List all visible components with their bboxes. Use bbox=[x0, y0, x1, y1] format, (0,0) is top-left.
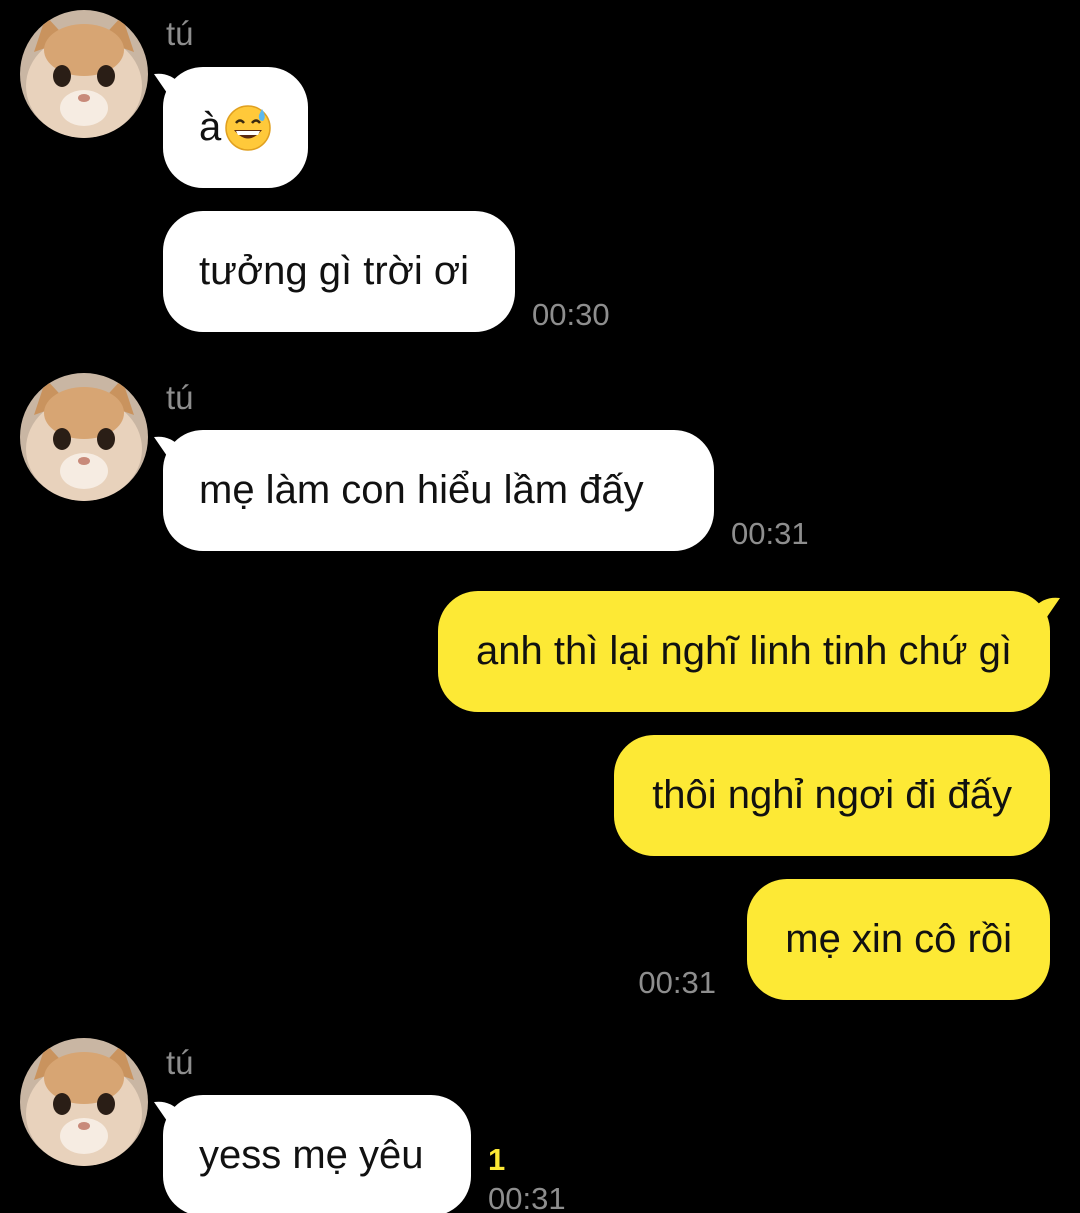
message-text: anh thì lại nghĩ linh tinh chứ gì bbox=[475, 629, 1012, 673]
unread-count: 1 bbox=[488, 1142, 506, 1177]
message-text: à bbox=[199, 105, 222, 149]
message-text: thôi nghỉ ngơi đi đấy bbox=[652, 773, 1012, 817]
message-text: mẹ xin cô rồi bbox=[785, 917, 1012, 961]
sender-name: tú bbox=[166, 15, 194, 52]
message-bubble-outgoing[interactable]: mẹ xin cô rồi bbox=[747, 879, 1050, 1000]
message-text: tưởng gì trời ơi bbox=[199, 249, 469, 293]
message-bubble-outgoing[interactable]: thôi nghỉ ngơi đi đấy bbox=[614, 735, 1050, 856]
cat-avatar-image bbox=[20, 10, 148, 138]
sender-name: tú bbox=[166, 1044, 194, 1081]
avatar-tu[interactable] bbox=[20, 1038, 148, 1166]
message-timestamp: 00:31 bbox=[488, 1181, 566, 1213]
sender-name: tú bbox=[166, 379, 194, 416]
message-bubble-incoming[interactable]: yess mẹ yêu bbox=[163, 1095, 471, 1213]
avatar-tu[interactable] bbox=[20, 373, 148, 501]
message-text: mẹ làm con hiểu lầm đấy bbox=[199, 468, 644, 512]
message-timestamp: 00:31 bbox=[638, 965, 716, 1000]
message-timestamp: 00:30 bbox=[532, 297, 610, 332]
message-bubble-incoming[interactable]: mẹ làm con hiểu lầm đấy bbox=[163, 430, 714, 551]
cat-avatar-image bbox=[20, 373, 148, 501]
message-bubble-incoming[interactable]: à bbox=[163, 67, 308, 188]
cat-avatar-image bbox=[20, 1038, 148, 1166]
avatar-tu[interactable] bbox=[20, 10, 148, 138]
grinning-sweat-emoji-icon bbox=[225, 104, 271, 151]
message-bubble-incoming[interactable]: tưởng gì trời ơi bbox=[163, 211, 515, 332]
message-text: yess mẹ yêu bbox=[199, 1133, 424, 1177]
message-bubble-outgoing[interactable]: anh thì lại nghĩ linh tinh chứ gì bbox=[437, 591, 1050, 712]
message-timestamp: 00:31 bbox=[731, 516, 809, 551]
